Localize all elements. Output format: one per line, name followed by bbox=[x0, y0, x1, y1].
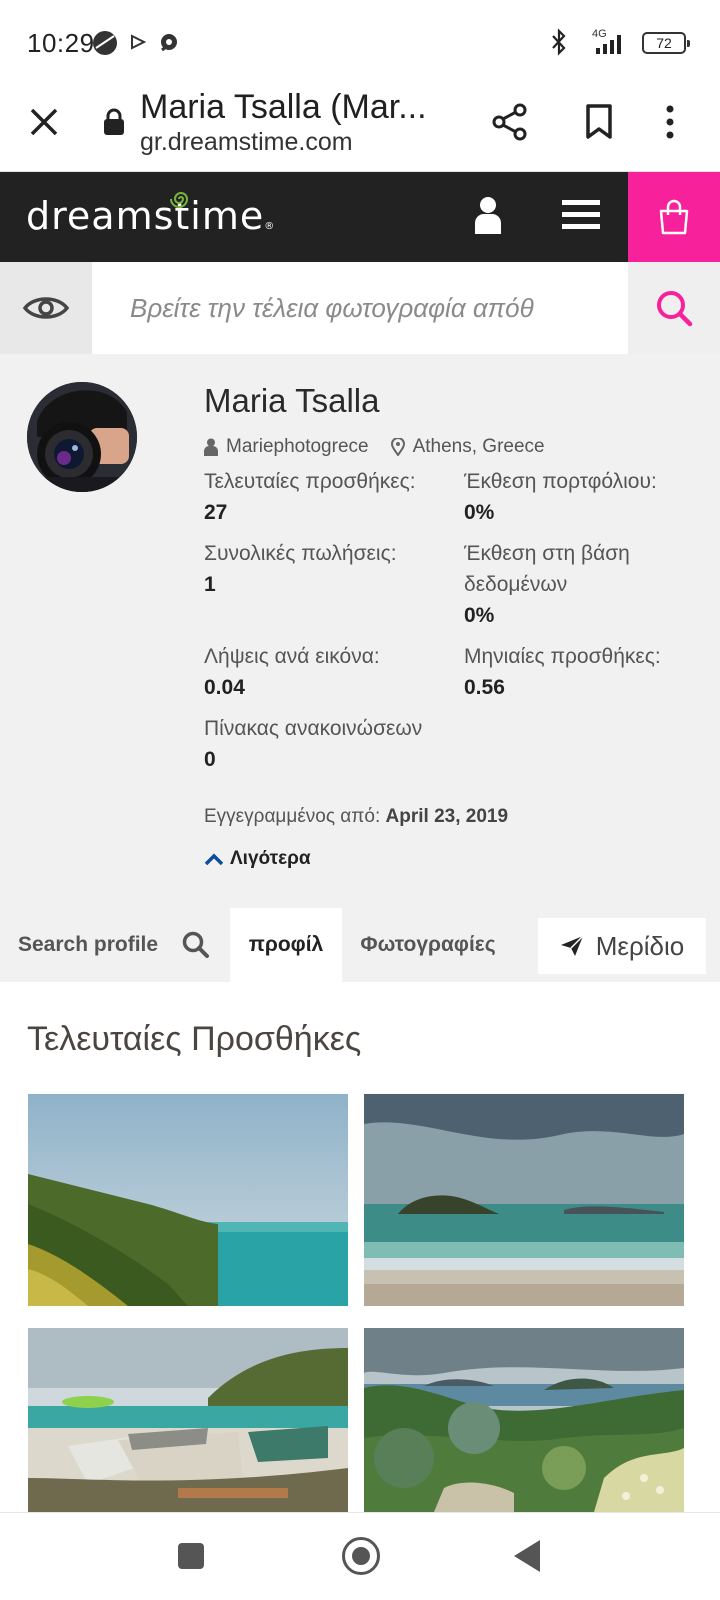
home-button[interactable] bbox=[342, 1537, 380, 1575]
share-button[interactable]: Μερίδιο bbox=[538, 918, 706, 974]
status-time: 10:29 bbox=[27, 28, 95, 58]
stat-label-database-exposure: Έκθεση στη βάση δεδομένων bbox=[464, 542, 630, 596]
profile-panel: Maria Tsalla Mariephotogrece Athens, Gre… bbox=[0, 354, 720, 908]
chevron-up-icon bbox=[204, 853, 224, 866]
search-profile-button[interactable]: Search profile bbox=[0, 908, 228, 982]
show-less-toggle[interactable]: Λιγότερα bbox=[204, 848, 311, 870]
stat-label-total-sales: Συνολικές πωλήσεις: bbox=[204, 542, 397, 565]
dreamstime-logo[interactable]: dreamstime® bbox=[26, 194, 275, 238]
tab-photos[interactable]: Φωτογραφίες bbox=[344, 908, 512, 982]
stat-label-message-board: Πίνακας ανακοινώσεων bbox=[204, 717, 423, 740]
status-bar: 10:29 4G 72 bbox=[0, 0, 720, 86]
battery-icon: 72 bbox=[642, 32, 690, 54]
page-title[interactable]: Maria Tsalla (Mar... bbox=[140, 88, 460, 127]
profile-username[interactable]: Mariephotogrece bbox=[226, 436, 369, 458]
cart-button[interactable] bbox=[628, 172, 720, 262]
hamburger-menu-icon[interactable] bbox=[562, 198, 600, 232]
stat-value-latest-uploads: 27 bbox=[204, 501, 228, 524]
photo-thumbnail[interactable] bbox=[364, 1328, 684, 1512]
photo-thumbnail[interactable] bbox=[28, 1094, 348, 1306]
bookmark-icon[interactable] bbox=[582, 102, 616, 142]
search-button[interactable] bbox=[628, 262, 720, 354]
search-small-icon bbox=[182, 931, 210, 958]
recents-button[interactable] bbox=[178, 1543, 204, 1569]
chat-icon bbox=[161, 34, 177, 52]
section-title-latest-uploads: Τελευταίες Προσθήκες bbox=[27, 1020, 362, 1058]
bluetooth-icon bbox=[552, 28, 566, 56]
stat-label-latest-uploads: Τελευταίες προσθήκες: bbox=[204, 470, 416, 493]
ball-icon bbox=[93, 31, 117, 55]
logo-swirl-icon bbox=[170, 192, 189, 208]
close-icon[interactable] bbox=[26, 104, 62, 140]
tab-profile[interactable]: προφίλ bbox=[230, 908, 342, 982]
profile-tabs: Search profile προφίλ Φωτογραφίες Μερίδι… bbox=[0, 908, 720, 982]
search-input[interactable] bbox=[92, 262, 628, 354]
photo-thumbnail[interactable] bbox=[364, 1094, 684, 1306]
play-icon bbox=[131, 34, 146, 50]
user-small-icon bbox=[204, 438, 218, 456]
stat-label-monthly-uploads: Μηνιαίες προσθήκες: bbox=[464, 645, 661, 668]
paper-plane-icon bbox=[560, 935, 584, 956]
more-vert-icon[interactable] bbox=[664, 102, 676, 142]
stat-label-downloads-per-image: Λήψεις ανά εικόνα: bbox=[204, 645, 380, 668]
search-icon bbox=[657, 291, 693, 327]
share-icon[interactable] bbox=[490, 102, 530, 142]
back-button[interactable] bbox=[514, 1540, 540, 1572]
user-icon[interactable] bbox=[474, 196, 502, 234]
stat-value-portfolio-exposure: 0% bbox=[464, 501, 495, 524]
registered-date: April 23, 2019 bbox=[385, 806, 509, 827]
stat-value-database-exposure: 0% bbox=[464, 604, 495, 627]
browser-toolbar: Maria Tsalla (Mar... gr.dreamstime.com bbox=[0, 86, 720, 172]
search-bar bbox=[0, 262, 720, 354]
profile-meta: Mariephotogrece Athens, Greece bbox=[204, 436, 545, 458]
lock-icon bbox=[104, 108, 124, 135]
system-nav-bar bbox=[0, 1512, 720, 1600]
profile-location: Athens, Greece bbox=[412, 436, 545, 457]
stat-value-monthly-uploads: 0.56 bbox=[464, 676, 505, 699]
location-pin-icon bbox=[390, 438, 405, 456]
site-header: dreamstime® bbox=[0, 172, 720, 262]
profile-name: Maria Tsalla bbox=[204, 382, 380, 419]
page-url[interactable]: gr.dreamstime.com bbox=[140, 128, 353, 157]
eye-icon bbox=[22, 297, 70, 319]
visual-search-button[interactable] bbox=[0, 262, 92, 354]
avatar[interactable] bbox=[27, 382, 137, 492]
signal-icon bbox=[596, 35, 621, 54]
shopping-bag-icon bbox=[659, 199, 689, 235]
stat-value-message-board: 0 bbox=[204, 748, 216, 771]
stat-value-total-sales: 1 bbox=[204, 573, 216, 596]
stat-value-downloads-per-image: 0.04 bbox=[204, 676, 245, 699]
stat-label-portfolio-exposure: Έκθεση πορτφόλιου: bbox=[464, 470, 657, 493]
registered-since: Εγγεγραμμένος από: April 23, 2019 bbox=[204, 806, 509, 827]
photo-thumbnail[interactable] bbox=[28, 1328, 348, 1512]
